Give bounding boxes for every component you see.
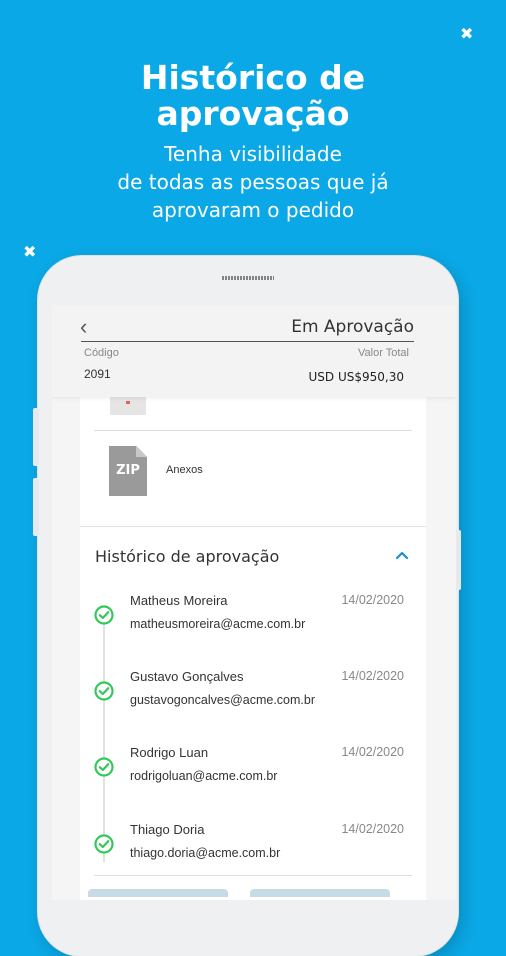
history-entry: Matheus Moreira matheusmoreira@acme.com.… xyxy=(80,593,426,653)
promo-subtitle-line1: Tenha visibilidade xyxy=(164,142,342,166)
zip-file-label: ZIP xyxy=(116,463,140,478)
action-button[interactable] xyxy=(250,889,390,897)
approver-email: thiago.doria@acme.com.br xyxy=(130,846,281,860)
approval-date: 14/02/2020 xyxy=(341,593,404,607)
check-circle-icon xyxy=(94,834,114,854)
divider xyxy=(94,875,412,876)
action-button[interactable] xyxy=(88,889,228,897)
zip-file-fold xyxy=(136,446,147,457)
chevron-up-icon[interactable] xyxy=(396,549,408,561)
check-circle-icon xyxy=(94,757,114,777)
promo-title-line2: aprovação xyxy=(156,94,350,133)
back-arrow-icon[interactable]: ‹ xyxy=(80,316,92,338)
details-card: ZIP Anexos Histórico de aprovação Matheu… xyxy=(80,397,426,900)
file-icon xyxy=(110,397,146,415)
approval-date: 14/02/2020 xyxy=(341,745,404,759)
divider xyxy=(80,526,426,527)
check-circle-icon xyxy=(94,605,114,625)
phone-side-button xyxy=(33,408,39,466)
history-entry: Thiago Doria thiago.doria@acme.com.br 14… xyxy=(80,822,426,882)
approver-name: Thiago Doria xyxy=(130,822,205,837)
decorative-x-icon: ✖ xyxy=(460,24,474,43)
code-label: Código xyxy=(84,347,119,359)
approval-date: 14/02/2020 xyxy=(341,669,404,683)
history-entry: Rodrigo Luan rodrigoluan@acme.com.br 14/… xyxy=(80,745,426,805)
check-circle-icon xyxy=(94,681,114,701)
phone-side-button xyxy=(33,478,39,536)
approver-email: matheusmoreira@acme.com.br xyxy=(130,617,306,631)
phone-screen: ZIP Anexos Histórico de aprovação Matheu… xyxy=(52,305,456,900)
app-header: ‹ Em Aprovação Código 2091 Valor Total U… xyxy=(52,305,456,397)
decorative-x-icon: ✖ xyxy=(23,242,37,261)
promo-title-line1: Histórico de xyxy=(140,58,366,97)
promo-subtitle: Tenha visibilidade de todas as pessoas q… xyxy=(0,140,506,224)
approver-name: Matheus Moreira xyxy=(130,593,228,608)
promo-title: Histórico de aprovação xyxy=(0,60,506,132)
screen-title: Em Aprovação xyxy=(291,317,414,337)
phone-speaker xyxy=(222,276,274,280)
divider xyxy=(94,430,412,431)
approval-date: 14/02/2020 xyxy=(341,822,404,836)
promo-subtitle-line2: de todas as pessoas que já xyxy=(117,170,389,194)
history-title: Histórico de aprovação xyxy=(95,547,280,566)
title-underline xyxy=(81,341,414,342)
code-value: 2091 xyxy=(84,367,111,381)
promo-subtitle-line3: aprovaram o pedido xyxy=(151,198,355,222)
approver-email: gustavogoncalves@acme.com.br xyxy=(130,693,315,707)
approver-email: rodrigoluan@acme.com.br xyxy=(130,769,278,783)
attachments-label[interactable]: Anexos xyxy=(166,464,203,476)
approver-name: Rodrigo Luan xyxy=(130,745,209,760)
history-entry: Gustavo Gonçalves gustavogoncalves@acme.… xyxy=(80,669,426,729)
total-value: USD US$950,30 xyxy=(308,370,404,384)
approver-name: Gustavo Gonçalves xyxy=(130,669,244,684)
total-label: Valor Total xyxy=(358,347,409,359)
